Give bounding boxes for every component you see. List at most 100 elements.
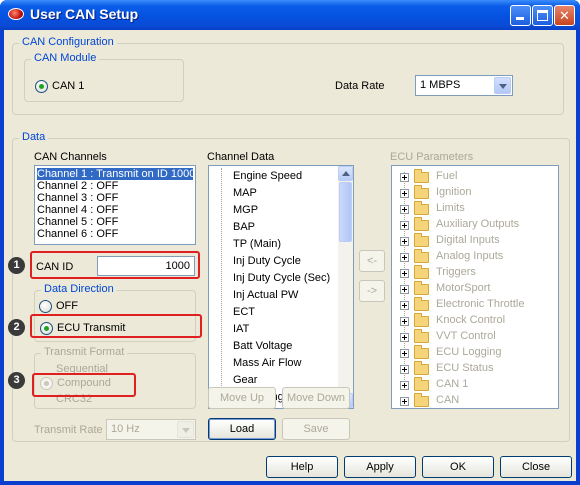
channel-data-item[interactable]: MAP	[233, 187, 257, 199]
expand-icon[interactable]	[400, 285, 409, 294]
add-parameter-button[interactable]: ->	[359, 280, 385, 302]
direction-off-radio[interactable]	[39, 300, 52, 313]
folder-icon	[414, 249, 429, 263]
tree-item-label: Analog Inputs	[436, 250, 504, 262]
expand-icon[interactable]	[400, 301, 409, 310]
move-down-button[interactable]: Move Down	[282, 387, 350, 409]
tree-item-label: CAN 1	[436, 378, 469, 390]
expand-icon[interactable]	[400, 365, 409, 374]
channel-data-item[interactable]: Mass Air Flow	[233, 357, 301, 369]
channel-item[interactable]: Channel 1 : Transmit on ID 1000	[37, 168, 195, 180]
transmit-format-label: Transmit Format	[41, 346, 128, 358]
channel-data-label: Channel Data	[207, 151, 275, 163]
window-title: User CAN Setup	[30, 6, 139, 22]
channel-data-item[interactable]: IAT	[233, 323, 249, 335]
can1-radio-label: CAN 1	[52, 80, 85, 92]
channel-item[interactable]: Channel 5 : OFF	[37, 216, 193, 228]
folder-icon	[414, 281, 429, 295]
expand-icon[interactable]	[400, 397, 409, 406]
expand-icon[interactable]	[400, 317, 409, 326]
expand-icon[interactable]	[400, 221, 409, 230]
expand-icon[interactable]	[400, 349, 409, 358]
expand-icon[interactable]	[400, 205, 409, 214]
transmit-rate-label: Transmit Rate	[34, 424, 103, 436]
dialog-body: CAN Configuration CAN Module CAN 1 Data …	[4, 30, 576, 481]
folder-icon	[414, 345, 429, 359]
data-label: Data	[19, 131, 49, 143]
app-logo-icon	[8, 8, 24, 20]
channel-data-item[interactable]: Inj Duty Cycle	[233, 255, 301, 267]
channel-data-list[interactable]: Engine Speed MAP MGP BAP TP (Main) Inj D…	[208, 165, 354, 409]
data-rate-value: 1 MBPS	[420, 79, 461, 91]
chevron-down-icon[interactable]	[494, 77, 511, 94]
expand-icon[interactable]	[400, 333, 409, 342]
tree-item-label: Knock Control	[436, 314, 506, 326]
expand-icon[interactable]	[400, 237, 409, 246]
callout-box-1	[30, 251, 200, 279]
apply-button[interactable]: Apply	[344, 456, 416, 478]
transmit-rate-select[interactable]: 10 Hz	[106, 419, 196, 440]
callout-box-2	[30, 314, 202, 338]
tree-item-label: CAN	[436, 394, 460, 406]
remove-parameter-button[interactable]: <-	[359, 250, 385, 272]
window: User CAN Setup ✕ CAN Configuration CAN M…	[0, 0, 580, 485]
tree-item-label: Digital Inputs	[436, 234, 500, 246]
maximize-icon	[537, 10, 548, 21]
can-channels-list[interactable]: Channel 1 : Transmit on ID 1000 Channel …	[34, 165, 196, 245]
tree-item-label: Limits	[436, 202, 465, 214]
help-button[interactable]: Help	[266, 456, 338, 478]
channel-data-item[interactable]: BAP	[233, 221, 255, 233]
tree-item-label: Fuel	[436, 170, 458, 182]
channel-data-item[interactable]: Gear	[233, 374, 257, 386]
folder-icon	[414, 297, 429, 311]
move-up-button[interactable]: Move Up	[208, 387, 276, 409]
save-button[interactable]: Save	[282, 418, 350, 440]
callout-box-3	[32, 373, 136, 397]
channel-data-scrollbar[interactable]	[338, 166, 353, 408]
maximize-button[interactable]	[532, 5, 553, 26]
channel-item[interactable]: Channel 6 : OFF	[37, 228, 193, 240]
data-rate-label: Data Rate	[335, 80, 385, 92]
data-rate-select[interactable]: 1 MBPS	[415, 75, 513, 96]
title-bar[interactable]: User CAN Setup ✕	[0, 0, 580, 30]
chevron-down-icon[interactable]	[177, 421, 194, 438]
can-configuration-group: CAN Configuration CAN Module CAN 1 Data …	[12, 36, 564, 115]
tree-item-label: MotorSport	[436, 282, 491, 294]
ok-button[interactable]: OK	[422, 456, 494, 478]
expand-icon[interactable]	[400, 381, 409, 390]
folder-icon	[414, 361, 429, 375]
direction-off-label: OFF	[56, 300, 78, 312]
minimize-icon	[516, 17, 524, 20]
expand-icon[interactable]	[400, 269, 409, 278]
can-module-group: CAN Module CAN 1	[24, 52, 184, 102]
callout-badge-2: 2	[8, 319, 25, 336]
channel-data-item[interactable]: ECT	[233, 306, 255, 318]
can-configuration-label: CAN Configuration	[19, 36, 117, 48]
can1-radio[interactable]	[35, 80, 48, 93]
channel-data-item[interactable]: Engine Speed	[233, 170, 302, 182]
close-window-button[interactable]: ✕	[554, 5, 575, 26]
channel-item[interactable]: Channel 3 : OFF	[37, 192, 193, 204]
channel-data-item[interactable]: Inj Actual PW	[233, 289, 298, 301]
expand-icon[interactable]	[400, 253, 409, 262]
tree-item-label: Electronic Throttle	[436, 298, 525, 310]
load-button[interactable]: Load	[208, 418, 276, 440]
channel-data-item[interactable]: MGP	[233, 204, 258, 216]
ecu-parameters-tree[interactable]: Fuel Ignition Limits Auxiliary Outputs D…	[391, 165, 559, 409]
expand-icon[interactable]	[400, 173, 409, 182]
scroll-up-icon[interactable]	[338, 166, 353, 181]
channel-item[interactable]: Channel 2 : OFF	[37, 180, 193, 192]
expand-icon[interactable]	[400, 189, 409, 198]
channel-item[interactable]: Channel 4 : OFF	[37, 204, 193, 216]
channel-data-item[interactable]: Inj Duty Cycle (Sec)	[233, 272, 330, 284]
callout-badge-3: 3	[8, 372, 25, 389]
close-button[interactable]: Close	[500, 456, 572, 478]
channel-data-item[interactable]: Batt Voltage	[233, 340, 292, 352]
can-module-label: CAN Module	[31, 52, 100, 64]
ecu-parameters-label: ECU Parameters	[390, 151, 474, 163]
scroll-thumb[interactable]	[339, 182, 352, 242]
folder-icon	[414, 265, 429, 279]
channel-data-item[interactable]: TP (Main)	[233, 238, 281, 250]
minimize-button[interactable]	[510, 5, 531, 26]
folder-icon	[414, 201, 429, 215]
